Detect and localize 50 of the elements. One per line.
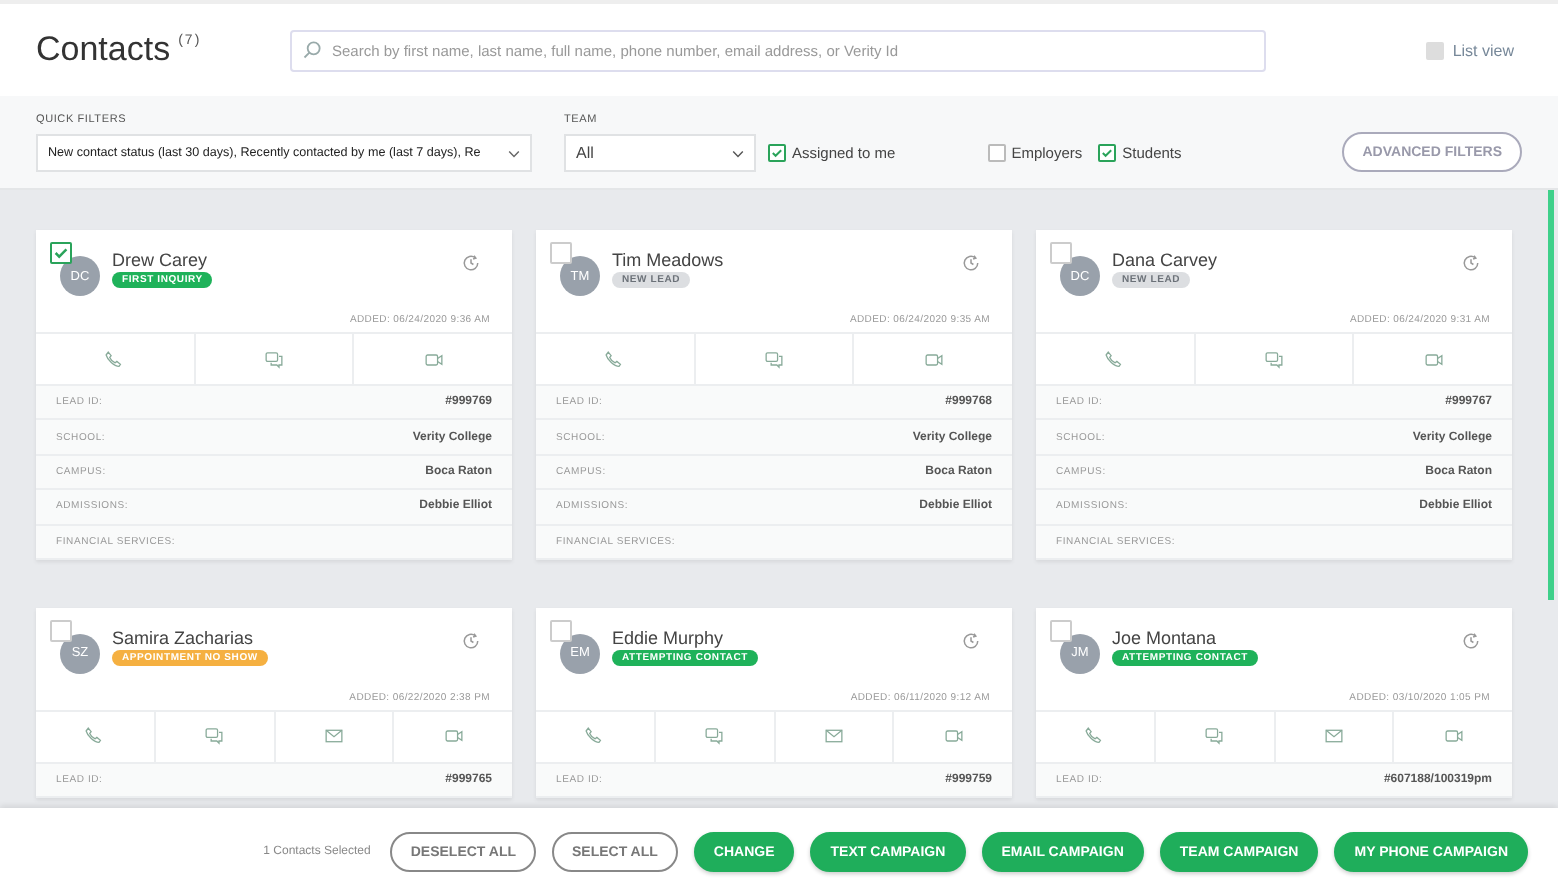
select-checkbox[interactable] bbox=[1050, 242, 1072, 264]
chat-icon[interactable] bbox=[264, 349, 284, 369]
chevron-down-icon bbox=[508, 149, 520, 157]
scrollbar[interactable] bbox=[1548, 190, 1554, 600]
history-icon[interactable] bbox=[1462, 254, 1480, 272]
chat-icon[interactable] bbox=[764, 349, 784, 369]
video-icon[interactable] bbox=[423, 349, 444, 369]
page-title: Contacts bbox=[36, 30, 171, 70]
history-icon[interactable] bbox=[962, 254, 980, 272]
history-icon[interactable] bbox=[1462, 631, 1480, 650]
list-view-label: List view bbox=[1452, 41, 1514, 59]
contact-name[interactable]: Drew Carey bbox=[112, 250, 208, 270]
video-icon[interactable] bbox=[943, 726, 964, 747]
phone-icon[interactable] bbox=[584, 726, 605, 747]
phone-icon[interactable] bbox=[1084, 726, 1105, 747]
video-icon[interactable] bbox=[1423, 349, 1444, 369]
history-icon[interactable] bbox=[462, 254, 480, 272]
chat-icon[interactable] bbox=[204, 726, 225, 747]
select-checkbox[interactable] bbox=[50, 242, 72, 264]
history-icon[interactable] bbox=[962, 631, 980, 650]
phone-icon[interactable] bbox=[104, 349, 125, 369]
select-checkbox[interactable] bbox=[550, 242, 572, 264]
chevron-down-icon bbox=[732, 149, 744, 157]
video-icon[interactable] bbox=[923, 349, 944, 369]
select-checkbox[interactable] bbox=[50, 619, 72, 642]
filter-checkbox[interactable] bbox=[768, 144, 786, 162]
select-checkbox[interactable] bbox=[550, 619, 572, 642]
contact-name[interactable]: Joe Montana bbox=[1112, 627, 1217, 648]
filter-checkbox[interactable] bbox=[987, 144, 1006, 162]
team-dropdown[interactable]: All bbox=[564, 134, 756, 172]
phone-icon[interactable] bbox=[604, 349, 625, 369]
phone-icon[interactable] bbox=[84, 726, 105, 747]
email-icon[interactable] bbox=[323, 726, 344, 747]
chat-icon[interactable] bbox=[1204, 726, 1225, 747]
chat-icon[interactable] bbox=[1264, 349, 1284, 369]
history-icon[interactable] bbox=[462, 631, 480, 650]
contact-name[interactable]: Samira Zacharias bbox=[112, 627, 254, 648]
phone-icon[interactable] bbox=[1104, 349, 1125, 369]
video-icon[interactable] bbox=[1443, 726, 1464, 747]
chat-icon[interactable] bbox=[704, 726, 725, 747]
contact-name[interactable]: Eddie Murphy bbox=[612, 627, 724, 648]
email-icon[interactable] bbox=[1323, 726, 1344, 747]
filter-checkbox[interactable] bbox=[1098, 144, 1117, 162]
list-view-checkbox[interactable] bbox=[1426, 41, 1445, 59]
contact-name[interactable]: Tim Meadows bbox=[612, 250, 724, 270]
select-checkbox[interactable] bbox=[1050, 619, 1072, 642]
video-icon[interactable] bbox=[443, 726, 464, 747]
search-icon bbox=[302, 39, 322, 59]
contact-name[interactable]: Dana Carvey bbox=[1112, 250, 1218, 270]
email-icon[interactable] bbox=[823, 726, 844, 747]
